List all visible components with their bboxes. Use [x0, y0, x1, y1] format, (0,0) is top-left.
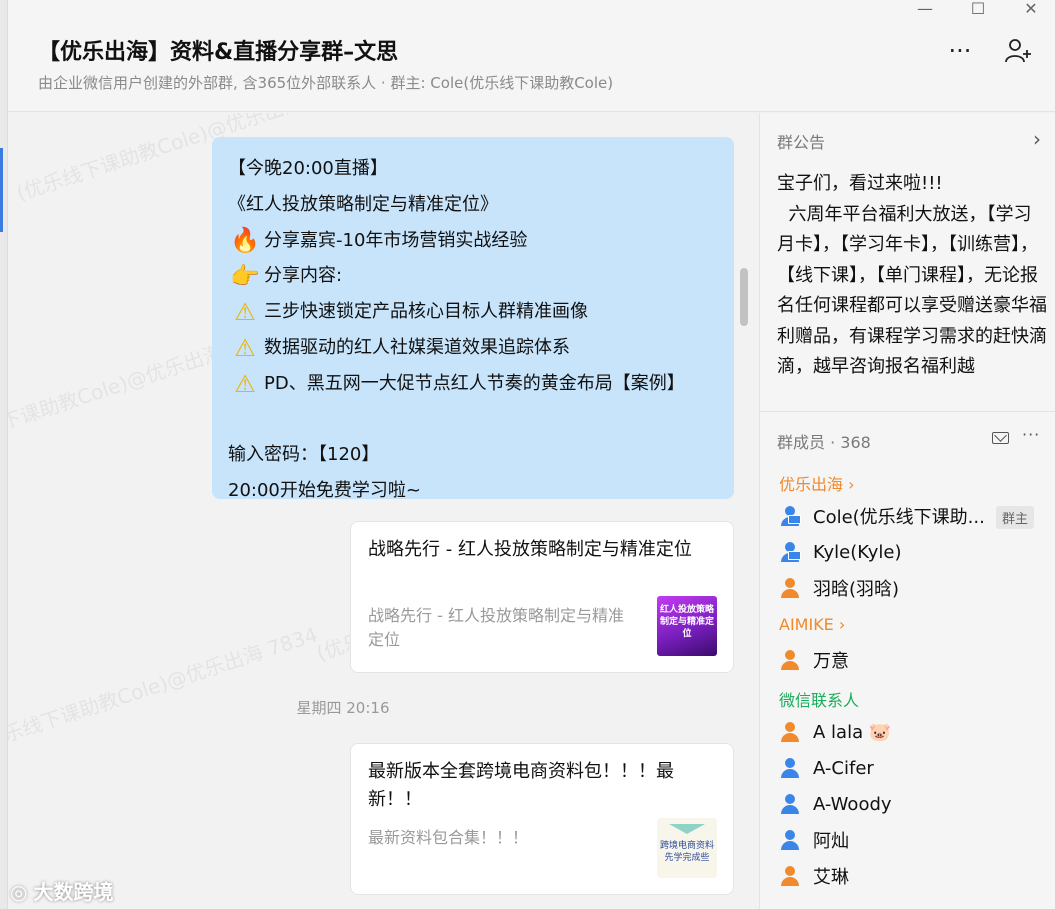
chat-title: 【优乐出海】资料&直播分享群–文思	[38, 40, 399, 65]
user-avatar-icon	[779, 829, 801, 851]
message-area[interactable]: (优乐线下课助教Cole)@优乐出海 7834 (优乐线下课助教Cole)@优乐…	[8, 113, 758, 909]
owner-badge: 群主	[996, 506, 1035, 529]
notice-line-text: PD、黑五网一大促节点红人节奏的黄金布局【案例】	[264, 372, 685, 394]
maximize-icon[interactable]: ☐	[963, 0, 993, 20]
notice-line	[228, 402, 720, 438]
notice-line: 《红人投放策略制定与精准定位》	[228, 187, 720, 223]
user-avatar-icon	[779, 865, 801, 887]
user-avatar-icon	[779, 649, 801, 671]
user-avatar-icon	[779, 793, 801, 815]
left-edge-strip	[0, 0, 8, 909]
member-name: Cole(优乐线下课助...	[813, 507, 985, 528]
user-avatar-icon	[779, 541, 801, 563]
notice-line: 输入密码：【120】	[228, 437, 720, 473]
brand-logo: ◎ 大数跨境	[10, 880, 114, 904]
notice-line: 【今晚20:00直播】	[228, 151, 720, 187]
add-member-icon[interactable]	[1001, 36, 1035, 70]
member-item[interactable]: A-Cifer	[779, 753, 874, 783]
member-name: 羽晗(羽晗)	[813, 579, 900, 600]
notice-line-text: 数据驱动的红人社媒渠道效果追踪体系	[264, 336, 570, 358]
group-info-panel: 群公告 › 宝子们，看过来啦!!! 六周年平台福利大放送，【学习月卡】，【学习年…	[759, 113, 1055, 909]
member-name: A lala 🐷	[813, 721, 892, 743]
chat-scrollbar[interactable]	[740, 268, 748, 326]
warning-icon: ⚠	[234, 298, 256, 327]
member-item[interactable]: 艾琳	[779, 861, 849, 891]
notice-heading[interactable]: 群公告	[777, 129, 825, 153]
member-item[interactable]: 羽晗(羽晗)	[779, 573, 899, 603]
notice-line-text: 三步快速锁定产品核心目标人群精准画像	[264, 301, 588, 323]
member-name: Kyle(Kyle)	[813, 541, 902, 563]
card-description: 最新资料包合集！！！	[368, 828, 529, 847]
member-item[interactable]: Cole(优乐线下课助...	[779, 501, 985, 531]
member-item[interactable]: A lala 🐷	[779, 717, 891, 747]
notice-line: ⚠ PD、黑五网一大促节点红人节奏的黄金布局【案例】	[228, 366, 720, 402]
member-group-label[interactable]: AIMIKE ›	[779, 615, 845, 634]
notice-line: ⚠ 三步快速锁定产品核心目标人群精准画像	[228, 294, 720, 330]
link-card-strategy[interactable]: 战略先行 - 红人投放策略制定与精准定位 战略先行 - 红人投放策略制定与精准定…	[350, 521, 734, 673]
notice-line: ⚠ 数据驱动的红人社媒渠道效果追踪体系	[228, 330, 720, 366]
card-thumbnail: 红人投放策略制定与精准定位	[657, 596, 717, 656]
notice-line: 👉 分享内容:	[228, 258, 720, 294]
member-item[interactable]: A-Woody	[779, 789, 892, 819]
close-icon[interactable]: ✕	[1016, 0, 1046, 20]
notice-line: 20:00开始免费学习啦~	[228, 473, 720, 509]
member-item[interactable]: 阿灿	[779, 825, 849, 855]
user-avatar-icon	[779, 757, 801, 779]
member-item[interactable]: 万意	[779, 645, 849, 675]
member-name: 万意	[813, 651, 849, 672]
divider	[760, 411, 1055, 412]
card-title: 最新版本全套跨境电商资料包！！！最新！！	[368, 761, 674, 810]
message-timestamp: 星期四 20:16	[296, 699, 390, 717]
more-options-icon[interactable]: ···	[1022, 425, 1040, 444]
chat-subtitle: 由企业微信用户创建的外部群, 含365位外部联系人 · 群主: Cole(优乐线…	[38, 74, 614, 92]
live-notice-bubble[interactable]: 【今晚20:00直播】《红人投放策略制定与精准定位》 🔥 分享嘉宾-10年市场营销实…	[212, 137, 734, 501]
chevron-right-icon[interactable]: ›	[1033, 127, 1041, 151]
member-name: A-Woody	[813, 793, 892, 815]
fire-icon: 🔥	[230, 226, 260, 255]
notice-line-text: 20:00开始免费学习啦~	[228, 480, 421, 502]
warning-icon: ⚠	[234, 333, 256, 362]
member-group-label[interactable]: 优乐出海 ›	[779, 471, 855, 495]
member-name: 艾琳	[813, 867, 849, 888]
notice-line-text: 【今晚20:00直播】	[228, 158, 388, 179]
notice-text: 宝子们，看过来啦!!! 六周年平台福利大放送，【学习月卡】，【学习年卡】，【训练…	[777, 173, 1047, 377]
card-description: 战略先行 - 红人投放策略制定与精准定位	[368, 606, 624, 649]
member-item[interactable]: Kyle(Kyle)	[779, 537, 902, 567]
member-name: A-Cifer	[813, 757, 874, 779]
watermark: (优乐线下课助教Cole)@优乐出海 7834	[8, 622, 321, 756]
mail-icon[interactable]	[992, 432, 1009, 444]
members-heading: 群成员 · 368	[777, 433, 871, 452]
notice-line-text: 《红人投放策略制定与精准定位》	[228, 193, 498, 215]
member-name: 阿灿	[813, 831, 849, 852]
link-card-resources[interactable]: 最新版本全套跨境电商资料包！！！最新！！ 最新资料包合集！！！ 跨境电商资料 先…	[350, 743, 734, 895]
card-thumbnail: 跨境电商资料 先学完成些	[657, 818, 717, 878]
user-avatar-icon	[779, 577, 801, 599]
notice-line-text: 分享内容:	[264, 265, 343, 287]
warning-icon: ⚠	[234, 369, 256, 398]
notice-line-text: 输入密码：【120】	[228, 444, 380, 466]
chat-header: — ☐ ✕ 【优乐出海】资料&直播分享群–文思 由企业微信用户创建的外部群, 含…	[8, 0, 1055, 112]
notice-line-text: 分享嘉宾-10年市场营销实战经验	[264, 229, 528, 251]
user-avatar-icon	[779, 721, 801, 743]
notice-line: 🔥 分享嘉宾-10年市场营销实战经验	[228, 223, 720, 259]
more-options-icon[interactable]: ···	[943, 36, 977, 70]
selection-accent	[0, 148, 3, 232]
user-avatar-icon	[779, 505, 801, 527]
member-group-label[interactable]: 微信联系人	[779, 687, 859, 711]
card-title: 战略先行 - 红人投放策略制定与精准定位	[368, 539, 692, 560]
minimize-icon[interactable]: —	[910, 0, 940, 20]
pointing-hand-icon: 👉	[230, 262, 260, 291]
